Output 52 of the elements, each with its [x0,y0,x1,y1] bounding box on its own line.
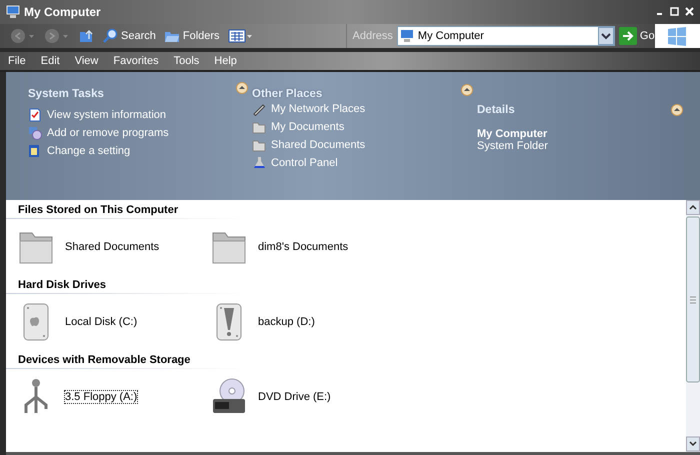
collapse-button[interactable] [671,104,683,116]
item-label[interactable]: Local Disk (C:) [64,315,138,329]
windows-logo [654,24,700,48]
item-label[interactable]: 3.5 Floppy (A:) [64,390,138,404]
task-link[interactable]: Shared Documents [271,138,366,151]
menu-item[interactable]: View [66,54,106,67]
task-link[interactable]: Control Panel [271,156,338,169]
section-title: Details [477,104,515,116]
flask-icon [252,156,266,170]
details-type: System Folder [477,140,549,152]
computer-icon [400,28,414,43]
menu-item[interactable]: Help [206,54,244,67]
computer-icon [6,4,20,19]
search-button[interactable]: Search [102,28,156,44]
search-icon [102,28,118,44]
group-heading: Devices with Removable Storage [18,354,192,366]
menu-item[interactable]: Edit [32,54,67,67]
group-heading: Hard Disk Drives [18,279,108,291]
views-button[interactable] [228,28,254,44]
task-link[interactable]: Add or remove programs [47,126,169,139]
folder-icon [252,120,266,134]
up-folder-button[interactable] [78,28,94,44]
task-link[interactable]: My Network Places [271,102,366,115]
task-link[interactable]: Change a setting [47,144,130,157]
section-title: Other Places [252,88,322,100]
menu-item[interactable]: Favorites [105,54,166,67]
task-link[interactable]: My Documents [271,120,344,133]
item-label[interactable]: backup (D:) [257,315,316,329]
pencil-icon [252,102,266,116]
folders-button[interactable]: Folders [164,28,220,44]
details-name: My Computer [477,128,548,140]
menu-item[interactable]: Tools [166,54,206,67]
window-title: My Computer [24,4,101,19]
address-field[interactable]: My Computer [396,26,615,46]
document-icon [28,108,42,122]
folder-icon [252,138,266,152]
disc-icon [28,126,42,140]
address-label: Address [352,30,393,42]
dropdown-button[interactable] [598,26,614,45]
group-heading: Files Stored on This Computer [18,204,180,216]
collapse-button[interactable] [461,84,473,96]
collapse-button[interactable] [236,82,248,94]
window-icon [28,144,42,158]
section-title: System Tasks [28,88,104,100]
task-link[interactable]: View system information [47,108,166,121]
item-label[interactable]: dim8's Documents [257,240,350,254]
scrollbar[interactable] [686,200,700,452]
item-label[interactable]: Shared Documents [64,240,160,254]
close-button[interactable] [685,7,694,16]
menu-item[interactable]: File [0,54,33,67]
maximize-button[interactable] [670,7,679,16]
item-label[interactable]: DVD Drive (E:) [257,390,332,404]
